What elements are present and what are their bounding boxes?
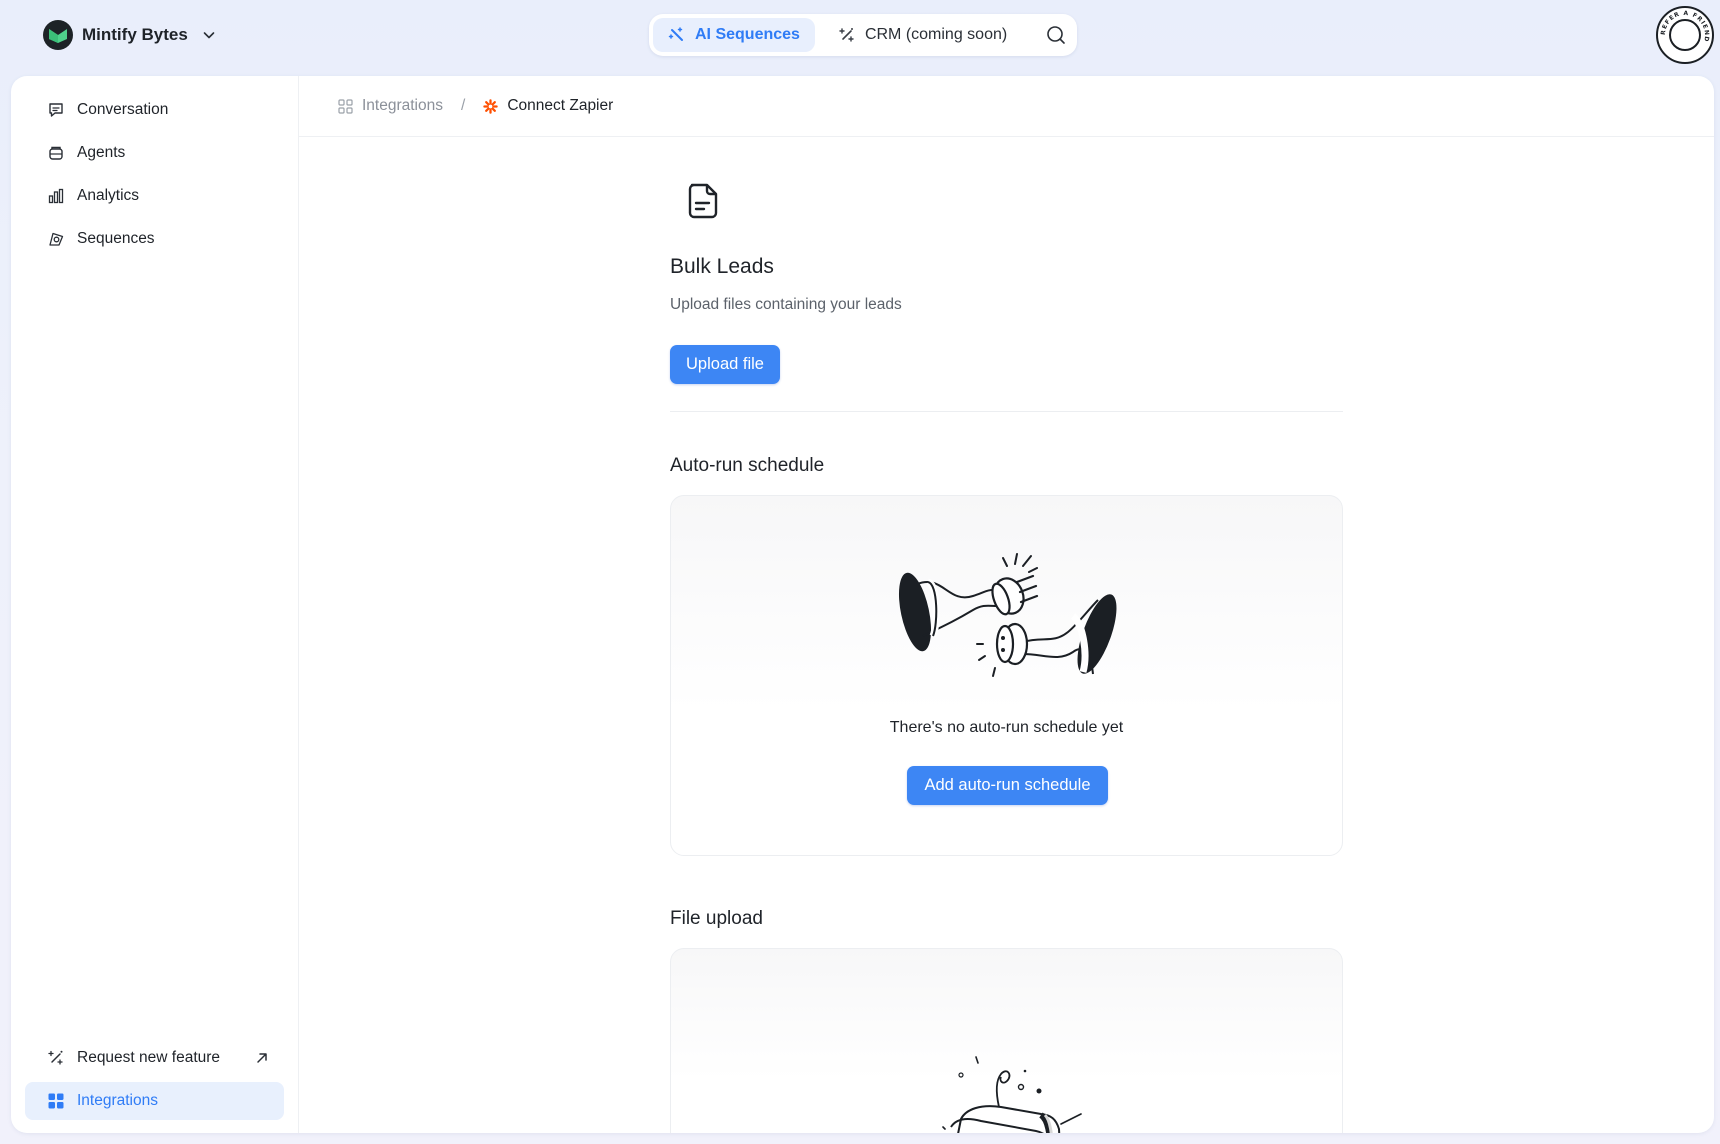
sidebar-item-analytics[interactable]: Analytics bbox=[25, 177, 284, 215]
auto-run-schedule-title: Auto-run schedule bbox=[670, 455, 825, 476]
search-icon bbox=[1047, 26, 1065, 44]
mode-switch: AI Sequences CRM (coming soon) bbox=[649, 14, 1077, 56]
workspace-switcher[interactable]: Mintify Bytes bbox=[43, 19, 217, 51]
section-divider bbox=[670, 411, 1343, 412]
magic-wand-icon bbox=[668, 27, 683, 41]
sidebar-item-label: Integrations bbox=[77, 1092, 158, 1109]
bulk-leads-title: Bulk Leads bbox=[670, 255, 774, 278]
sparkle-wand-icon bbox=[839, 28, 854, 42]
upload-file-button[interactable]: Upload file bbox=[670, 345, 780, 384]
auto-run-empty-text: There's no auto-run schedule yet bbox=[889, 719, 1124, 736]
sidebar-item-label: Agents bbox=[77, 144, 126, 161]
breadcrumb-separator: / bbox=[461, 97, 466, 114]
breadcrumb-current: Connect Zapier bbox=[483, 97, 613, 115]
tab-ai-sequences[interactable]: AI Sequences bbox=[653, 18, 815, 52]
folder-upload-illustration bbox=[942, 1056, 1082, 1133]
bar-chart-icon bbox=[48, 188, 64, 204]
sidebar: Conversation Agents Analytics Sequences … bbox=[11, 76, 299, 1133]
refer-badge-text: REFER A FRIEND bbox=[1660, 10, 1709, 43]
add-auto-run-schedule-button[interactable]: Add auto-run schedule bbox=[907, 766, 1108, 805]
breadcrumb-integrations-label: Integrations bbox=[362, 97, 443, 114]
breadcrumb-integrations[interactable]: Integrations bbox=[338, 97, 443, 115]
tab-crm-label: CRM (coming soon) bbox=[864, 26, 1008, 43]
tab-ai-sequences-label: AI Sequences bbox=[695, 26, 800, 43]
magic-wand-icon bbox=[48, 1050, 63, 1065]
sidebar-item-label: Analytics bbox=[77, 187, 140, 204]
svg-text:REFER A FRIEND: REFER A FRIEND bbox=[1660, 10, 1710, 43]
sidebar-item-integrations[interactable]: Integrations bbox=[25, 1082, 284, 1120]
unplugged-cable-illustration bbox=[898, 553, 1117, 677]
breadcrumb-current-label: Connect Zapier bbox=[507, 97, 614, 114]
tab-crm[interactable]: CRM (coming soon) bbox=[823, 18, 1022, 52]
grid-icon bbox=[338, 98, 353, 114]
file-upload-title: File upload bbox=[670, 908, 763, 929]
grid-icon bbox=[48, 1093, 64, 1109]
bulk-leads-subtitle: Upload files containing your leads bbox=[670, 296, 902, 313]
target-icon bbox=[49, 232, 64, 246]
sidebar-item-label: Sequences bbox=[77, 230, 155, 247]
zapier-icon bbox=[483, 98, 499, 114]
sidebar-item-sequences[interactable]: Sequences bbox=[25, 220, 284, 258]
file-upload-card bbox=[670, 948, 1343, 1133]
search-button[interactable] bbox=[1039, 18, 1073, 52]
main-panel: Conversation Agents Analytics Sequences … bbox=[11, 76, 1714, 1133]
sidebar-item-agents[interactable]: Agents bbox=[25, 134, 284, 172]
workspace-name: Mintify Bytes bbox=[82, 25, 188, 44]
sidebar-item-label: Conversation bbox=[77, 101, 169, 118]
breadcrumb: Integrations / Connect Zapier bbox=[299, 76, 1714, 137]
sidebar-item-conversation[interactable]: Conversation bbox=[25, 91, 284, 129]
top-bar: Mintify Bytes AI Sequences CRM (coming s… bbox=[0, 0, 1720, 76]
external-link-arrow-icon bbox=[257, 1053, 267, 1063]
document-icon bbox=[688, 183, 718, 219]
workspace-logo-icon bbox=[43, 20, 73, 50]
agents-icon bbox=[49, 146, 63, 160]
sidebar-item-request-feature[interactable]: Request new feature bbox=[25, 1039, 284, 1077]
refer-a-friend-badge[interactable]: REFER A FRIEND bbox=[1656, 6, 1714, 64]
refer-badge-ring-text: REFER A FRIEND bbox=[1660, 10, 1710, 43]
sidebar-item-label: Request new feature bbox=[77, 1049, 221, 1066]
auto-run-empty-card: There's no auto-run schedule yet Add aut… bbox=[670, 495, 1343, 856]
chevron-down-icon bbox=[203, 32, 215, 39]
chat-bubble-icon bbox=[49, 103, 63, 117]
